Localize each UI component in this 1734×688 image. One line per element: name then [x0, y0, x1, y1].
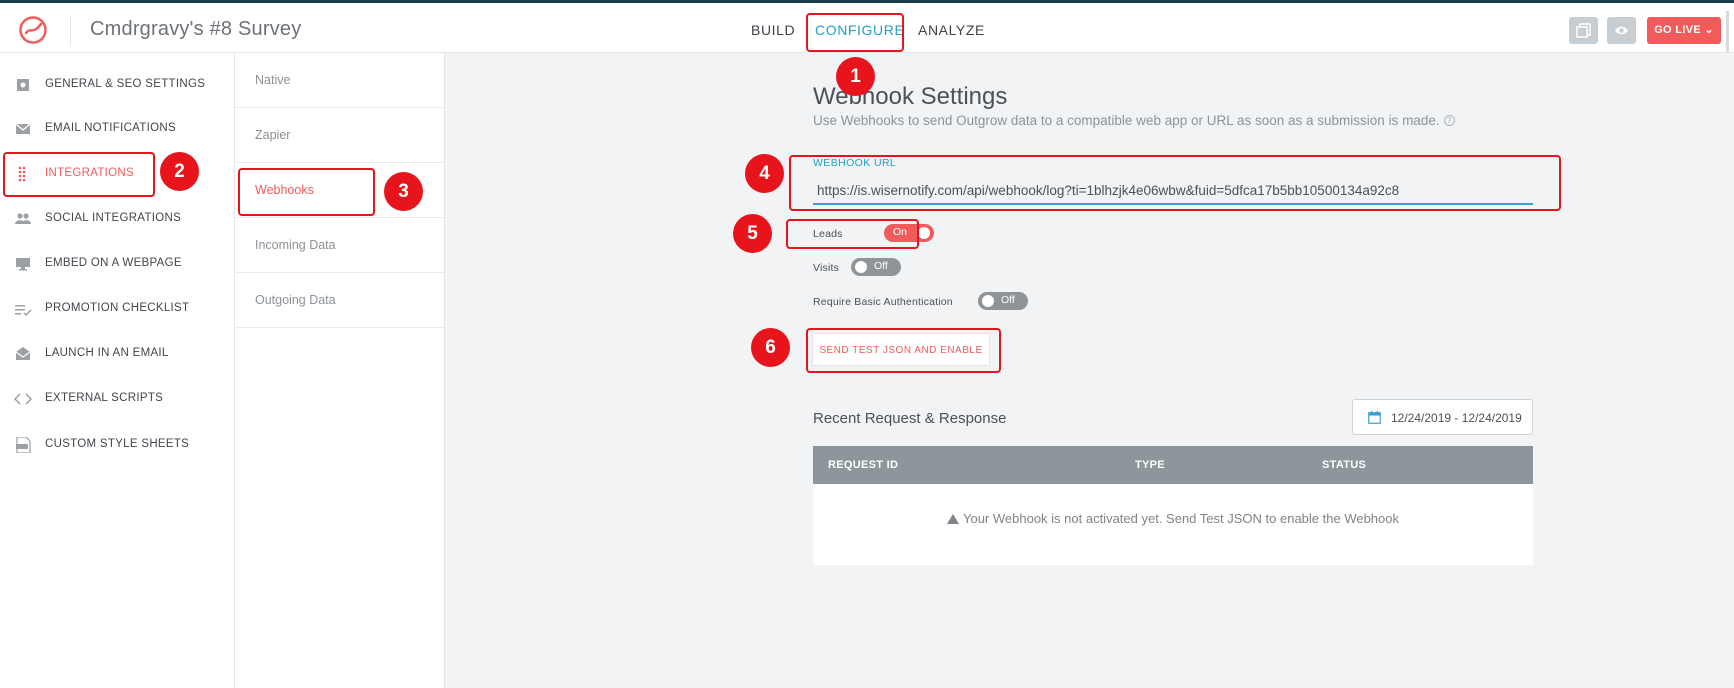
- highlight-leads-toggle: [786, 219, 919, 249]
- webhook-description-text: Use Webhooks to send Outgrow data to a c…: [813, 113, 1440, 128]
- step-badge-5: 5: [733, 214, 772, 253]
- sidebar-item-email-notifications[interactable]: EMAIL NOTIFICATIONS: [0, 109, 235, 149]
- open-envelope-icon: [15, 347, 31, 360]
- sidebar-item-label: EXTERNAL SCRIPTS: [45, 392, 164, 404]
- settings-icon: [17, 79, 29, 91]
- css-file-icon: [16, 437, 31, 453]
- sidebar-item-label: EMAIL NOTIFICATIONS: [45, 122, 176, 134]
- recent-request-title: Recent Request & Response: [813, 410, 1007, 427]
- sidebar-item-label: LAUNCH IN AN EMAIL: [45, 347, 169, 359]
- highlight-configure: [806, 13, 904, 52]
- empty-state-text: Your Webhook is not activated yet. Send …: [962, 511, 1399, 526]
- webhook-description: Use Webhooks to send Outgrow data to a c…: [813, 113, 1455, 128]
- column-header-type[interactable]: TYPE: [1135, 459, 1165, 471]
- subnav-item-label: Native: [255, 73, 291, 87]
- sidebar-item-label: GENERAL & SEO SETTINGS: [45, 78, 206, 90]
- auth-toggle[interactable]: Off: [978, 292, 1028, 310]
- highlight-webhook-url: [789, 155, 1561, 211]
- integrations-subnav: Native Zapier Webhooks Incoming Data Out…: [235, 53, 445, 688]
- main-content: [445, 53, 1734, 688]
- preview-button[interactable]: [1607, 17, 1636, 44]
- calendar-icon: [1368, 411, 1381, 424]
- auth-toggle-state: Off: [1001, 294, 1015, 306]
- highlight-send-test-button: [806, 328, 1001, 373]
- date-range-value: 12/24/2019 - 12/24/2019: [1391, 411, 1522, 425]
- monitor-icon: [16, 258, 30, 271]
- sidebar-item-general-seo[interactable]: GENERAL & SEO SETTINGS: [0, 65, 235, 105]
- subnav-item-label: Incoming Data: [255, 238, 336, 252]
- sidebar-item-label: CUSTOM STYLE SHEETS: [45, 438, 190, 450]
- step-badge-2: 2: [160, 152, 199, 191]
- visits-toggle-state: Off: [874, 260, 888, 272]
- subnav-item-label: Zapier: [255, 128, 291, 142]
- subnav-item-native[interactable]: Native: [235, 53, 444, 108]
- go-live-button[interactable]: GO LIVE ⌄: [1647, 17, 1721, 44]
- sidebar-item-label: PROMOTION CHECKLIST: [45, 302, 190, 314]
- subnav-item-outgoing-data[interactable]: Outgoing Data: [235, 273, 444, 328]
- top-scrollbar[interactable]: [1726, 11, 1729, 53]
- pages-button[interactable]: [1569, 17, 1598, 44]
- code-icon: [14, 393, 32, 405]
- step-badge-6: 6: [751, 328, 790, 367]
- eye-icon: [1615, 26, 1628, 35]
- sidebar-item-custom-style-sheets[interactable]: CUSTOM STYLE SHEETS: [0, 425, 235, 465]
- people-icon: [15, 213, 31, 224]
- outgrow-logo-icon[interactable]: [18, 15, 48, 45]
- nav-build[interactable]: BUILD: [751, 22, 795, 38]
- warning-icon: [946, 514, 959, 524]
- visits-label: Visits: [813, 262, 840, 274]
- sidebar: GENERAL & SEO SETTINGS EMAIL NOTIFICATIO…: [0, 53, 235, 688]
- toggle-knob: [918, 227, 930, 239]
- step-badge-3: 3: [384, 172, 423, 211]
- subnav-item-zapier[interactable]: Zapier: [235, 108, 444, 163]
- toggle-knob: [982, 295, 994, 307]
- subnav-item-incoming-data[interactable]: Incoming Data: [235, 218, 444, 273]
- sidebar-item-label: SOCIAL INTEGRATIONS: [45, 212, 182, 224]
- pages-icon: [1576, 23, 1591, 38]
- checklist-icon: [15, 305, 32, 317]
- nav-analyze[interactable]: ANALYZE: [918, 22, 985, 38]
- logo-divider: [70, 15, 71, 45]
- sidebar-item-social-integrations[interactable]: SOCIAL INTEGRATIONS: [0, 199, 235, 239]
- step-badge-4: 4: [745, 154, 784, 193]
- step-badge-1: 1: [836, 57, 875, 96]
- toggle-knob: [855, 261, 867, 273]
- sidebar-item-launch-email[interactable]: LAUNCH IN AN EMAIL: [0, 334, 235, 374]
- sidebar-item-embed-webpage[interactable]: EMBED ON A WEBPAGE: [0, 244, 235, 284]
- column-header-status[interactable]: STATUS: [1322, 459, 1366, 471]
- highlight-integrations: [3, 152, 155, 197]
- column-header-request-id[interactable]: REQUEST ID: [828, 459, 898, 471]
- date-range-picker[interactable]: 12/24/2019 - 12/24/2019: [1352, 399, 1533, 435]
- subnav-item-label: Outgoing Data: [255, 293, 336, 307]
- highlight-webhooks: [238, 168, 375, 216]
- auth-label: Require Basic Authentication: [813, 296, 953, 308]
- sidebar-item-external-scripts[interactable]: EXTERNAL SCRIPTS: [0, 379, 235, 419]
- help-icon[interactable]: ?: [1443, 115, 1455, 126]
- sidebar-item-label: EMBED ON A WEBPAGE: [45, 257, 182, 269]
- page-title: Cmdrgravy's #8 Survey: [90, 18, 302, 40]
- empty-state-message: Your Webhook is not activated yet. Send …: [813, 511, 1533, 526]
- table-header: REQUEST ID TYPE STATUS: [813, 446, 1533, 484]
- table-body: Your Webhook is not activated yet. Send …: [813, 484, 1533, 565]
- sidebar-item-promotion-checklist[interactable]: PROMOTION CHECKLIST: [0, 289, 235, 329]
- visits-toggle[interactable]: Off: [851, 258, 901, 276]
- envelope-icon: [15, 123, 31, 134]
